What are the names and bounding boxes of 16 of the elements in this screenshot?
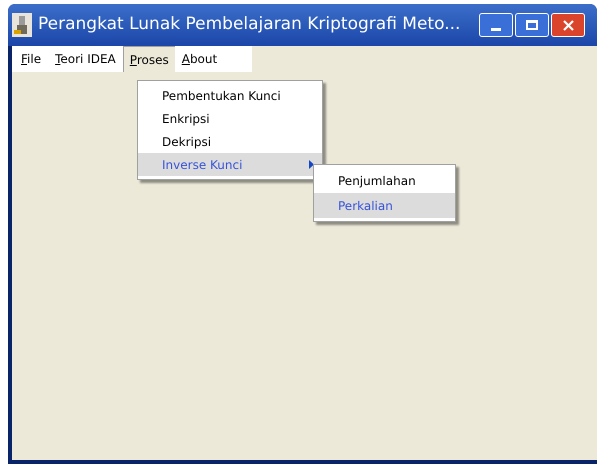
menu-option[interactable]: Perkalian	[314, 193, 455, 218]
close-button[interactable]	[551, 13, 585, 37]
window-title: Perangkat Lunak Pembelajaran Kriptografi Meto...	[38, 13, 462, 36]
menu-item[interactable]: Proses	[122, 46, 175, 72]
maximize-button[interactable]	[515, 13, 549, 37]
close-icon	[562, 20, 574, 30]
menu-option[interactable]: Inverse Kunci	[138, 153, 322, 176]
maximize-icon	[526, 20, 538, 30]
menu-option[interactable]: Dekripsi	[138, 130, 322, 153]
menu-option[interactable]: Enkripsi	[138, 107, 322, 130]
menu-item[interactable]: Teori IDEA	[48, 46, 123, 72]
menu-item[interactable]: File	[14, 46, 48, 72]
minimize-button[interactable]	[479, 13, 513, 37]
menu-option[interactable]: Pembentukan Kunci	[138, 84, 322, 107]
menu-item[interactable]: About	[174, 46, 224, 72]
minimize-icon	[491, 28, 501, 31]
